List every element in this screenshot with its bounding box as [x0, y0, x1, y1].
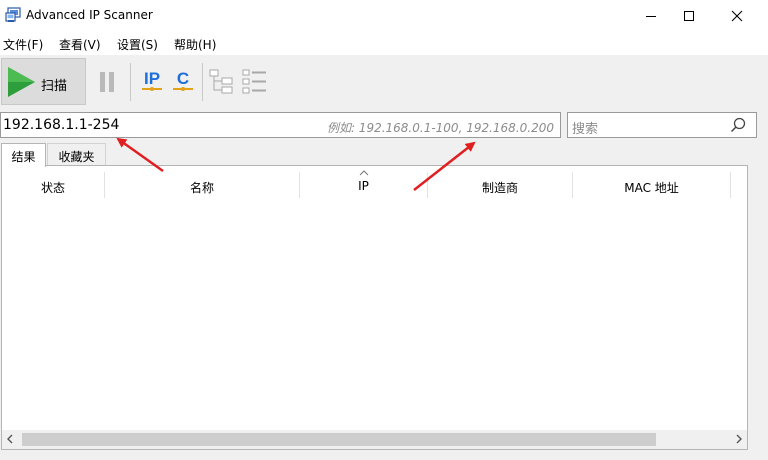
column-header-mac[interactable]: MAC 地址: [573, 172, 731, 198]
column-header-status[interactable]: 状态: [2, 172, 105, 198]
toolbar-separator: [202, 63, 203, 101]
table-header: 状态 名称 IP 制造商 MAC 地址: [2, 170, 747, 198]
status-bar: [0, 451, 768, 460]
maximize-button[interactable]: [666, 0, 712, 31]
search-placeholder: 搜索: [572, 122, 599, 137]
ip-range-input[interactable]: 192.168.1.1-254 例如: 192.168.0.1-100, 192…: [0, 112, 561, 138]
window-title: Advanced IP Scanner: [26, 8, 153, 22]
ip-icon: IP: [142, 69, 162, 91]
scan-button[interactable]: 扫描: [1, 58, 86, 105]
ip-glyph: IP: [144, 69, 160, 88]
tab-results[interactable]: 结果: [1, 143, 46, 167]
play-icon: [8, 67, 35, 97]
ip-range-value: 192.168.1.1-254: [3, 117, 120, 133]
menu-settings[interactable]: 设置(S): [117, 36, 158, 53]
horizontal-scrollbar[interactable]: [2, 430, 747, 449]
tree-collapse-icon[interactable]: [241, 67, 269, 95]
app-window: Advanced IP Scanner 文件(F) 查看(V) 设置(S) 帮助…: [0, 0, 768, 460]
menu-file[interactable]: 文件(F): [3, 36, 43, 53]
menu-view[interactable]: 查看(V): [59, 36, 101, 53]
scrollbar-thumb[interactable]: [22, 433, 656, 446]
toolbar-separator: [130, 63, 131, 101]
app-logo-icon: [5, 7, 21, 22]
class-c-button[interactable]: C: [170, 66, 196, 96]
column-header-ip[interactable]: IP: [300, 170, 428, 198]
column-header-manufacturer[interactable]: 制造商: [428, 172, 573, 198]
ip-range-button[interactable]: IP: [139, 66, 165, 96]
close-icon: [731, 10, 743, 21]
tree-expand-icon[interactable]: [208, 67, 236, 95]
results-table: 状态 名称 IP 制造商 MAC 地址: [1, 165, 748, 450]
menu-help[interactable]: 帮助(H): [174, 36, 216, 53]
toolbar: 扫描 IP C: [0, 55, 768, 108]
maximize-icon: [684, 10, 694, 21]
scroll-left-icon[interactable]: [6, 434, 14, 444]
minimize-icon: [646, 15, 656, 17]
pause-icon[interactable]: [94, 69, 120, 95]
menu-bar: 文件(F) 查看(V) 设置(S) 帮助(H): [0, 31, 768, 55]
column-header-ip-label: IP: [358, 179, 369, 193]
ip-range-example-hint: 例如: 192.168.0.1-100, 192.168.0.200: [326, 121, 554, 135]
title-bar: Advanced IP Scanner: [0, 0, 768, 31]
scan-button-label: 扫描: [41, 79, 68, 94]
close-button[interactable]: [714, 0, 760, 31]
search-icon[interactable]: [730, 117, 746, 133]
sort-ascending-icon: [359, 170, 368, 176]
column-header-name[interactable]: 名称: [105, 172, 300, 198]
tab-favorites[interactable]: 收藏夹: [47, 143, 106, 165]
search-input[interactable]: 搜索: [567, 112, 757, 138]
scroll-right-icon[interactable]: [735, 434, 743, 444]
c-glyph: C: [177, 69, 189, 88]
c-icon: C: [173, 69, 193, 91]
